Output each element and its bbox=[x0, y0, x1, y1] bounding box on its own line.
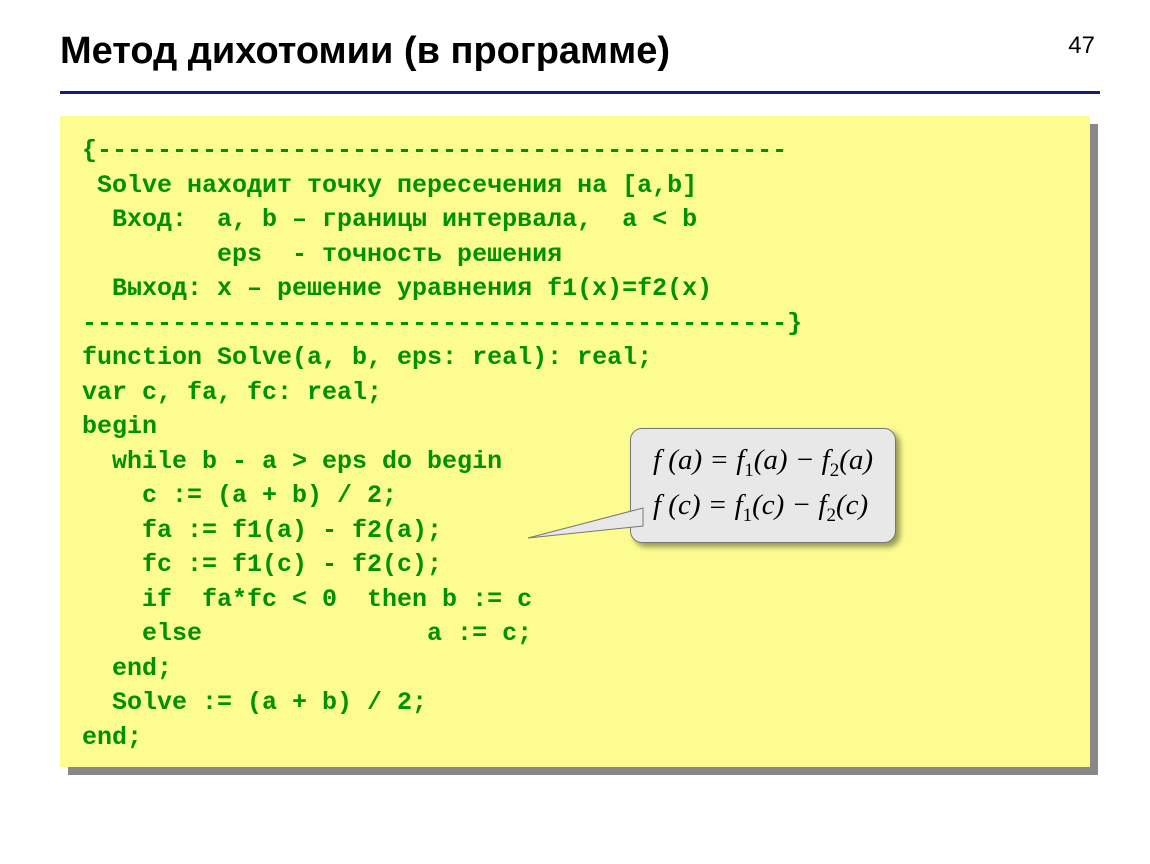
formula-text: f (a) = f bbox=[653, 444, 744, 476]
formula-text: (a) bbox=[839, 444, 873, 476]
formula-box: f (a) = f1(a) − f2(a) f (c) = f1(c) − f2… bbox=[630, 428, 896, 543]
formula-text: f (c) = f bbox=[653, 489, 743, 521]
code-block-wrapper: {---------------------------------------… bbox=[60, 116, 1090, 767]
code-line: end; bbox=[82, 654, 172, 683]
code-line: fa := f1(a) - f2(a); bbox=[82, 516, 442, 545]
code-line: eps - точность решения bbox=[82, 240, 562, 269]
code-line: else a := c; bbox=[82, 619, 532, 648]
callout-tail-icon bbox=[528, 508, 648, 558]
code-line: ----------------------------------------… bbox=[82, 309, 802, 338]
code-line: end; bbox=[82, 723, 142, 752]
code-block: {---------------------------------------… bbox=[60, 116, 1090, 767]
formula-text: (c) − f bbox=[752, 489, 826, 521]
formula-text: (c) bbox=[836, 489, 868, 521]
code-line: fc := f1(c) - f2(c); bbox=[82, 550, 442, 579]
formula-subscript: 2 bbox=[826, 505, 836, 526]
formula-callout: f (a) = f1(a) − f2(a) f (c) = f1(c) − f2… bbox=[630, 428, 896, 543]
formula-subscript: 1 bbox=[744, 460, 754, 481]
code-line: Вход: a, b – границы интервала, a < b bbox=[82, 205, 697, 234]
code-line: function Solve(a, b, eps: real): real; bbox=[82, 343, 652, 372]
code-line: Solve находит точку пересечения на [a,b] bbox=[82, 171, 697, 200]
code-line: while b - a > eps do begin bbox=[82, 447, 502, 476]
code-line: {---------------------------------------… bbox=[82, 136, 787, 165]
formula-subscript: 2 bbox=[830, 460, 840, 481]
formula-text: (a) − f bbox=[754, 444, 830, 476]
code-line: c := (a + b) / 2; bbox=[82, 481, 397, 510]
code-line: Выход: x – решение уравнения f1(x)=f2(x) bbox=[82, 274, 712, 303]
page-number: 47 bbox=[1068, 32, 1095, 60]
code-line: var c, fa, fc: real; bbox=[82, 378, 382, 407]
code-line: begin bbox=[82, 412, 157, 441]
title-underline bbox=[60, 91, 1100, 94]
slide: 47 Метод дихотомии (в программе) {------… bbox=[0, 0, 1150, 864]
code-line: Solve := (a + b) / 2; bbox=[82, 688, 427, 717]
formula-line-1: f (a) = f1(a) − f2(a) bbox=[653, 439, 873, 484]
slide-title: Метод дихотомии (в программе) bbox=[60, 30, 1100, 81]
code-line: if fa*fc < 0 then b := c bbox=[82, 585, 532, 614]
formula-subscript: 1 bbox=[743, 505, 753, 526]
formula-line-2: f (c) = f1(c) − f2(c) bbox=[653, 484, 873, 529]
